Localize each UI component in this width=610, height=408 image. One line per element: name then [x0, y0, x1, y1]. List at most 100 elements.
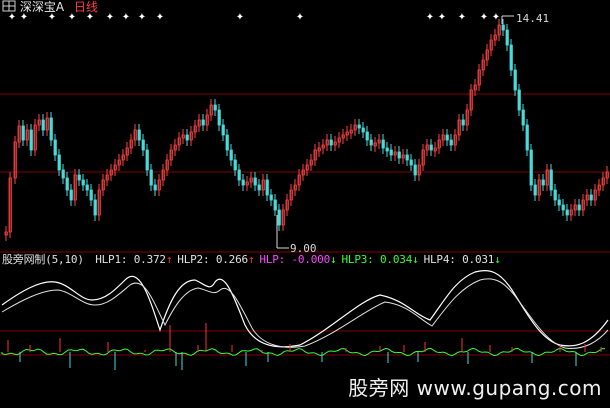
candle-body: [389, 149, 393, 156]
indicator-name: 股旁网制: [2, 253, 46, 266]
candle-body: [81, 179, 85, 186]
candle-body: [553, 189, 557, 201]
candle-body: [549, 169, 553, 191]
checkbox-grid-icon[interactable]: [2, 0, 16, 12]
candle-body: [149, 169, 153, 186]
signal-marker-icon: ✦: [296, 12, 304, 23]
candle-body: [225, 134, 229, 151]
signal-marker-icon: ✦: [438, 12, 446, 23]
candle-body: [21, 125, 25, 141]
candle-body: [273, 199, 277, 211]
candle-body: [57, 154, 61, 171]
candle-body: [277, 209, 281, 226]
candle-body: [541, 179, 545, 186]
candle-body: [361, 127, 365, 133]
candle-body: [61, 169, 65, 179]
candle-body: [529, 149, 533, 186]
signal-marker-icon: ✦: [236, 12, 244, 23]
candle-body: [381, 139, 385, 149]
indicator-value-3: HLP: -0.000↓: [259, 253, 337, 266]
indicator-value-5: HLP4: 0.031↓: [423, 253, 501, 266]
candle-body: [449, 139, 453, 146]
candle-body: [253, 177, 257, 186]
candle-body: [557, 199, 561, 206]
down-arrow-icon: ↓: [330, 253, 337, 266]
candle-body: [89, 189, 93, 201]
candle-body: [77, 174, 81, 181]
candle-body: [217, 109, 221, 126]
candle-body: [517, 89, 521, 111]
down-arrow-icon: ↓: [412, 253, 419, 266]
candle-body: [69, 189, 73, 201]
candle-body: [505, 29, 509, 46]
indicator-header: 股旁网制(5,10) HLP1: 0.372↑ HLP2: 0.266↑ HLP: …: [2, 253, 501, 267]
candle-body: [141, 139, 145, 151]
candle-body: [201, 119, 205, 126]
candle-body: [29, 129, 33, 151]
candle-body: [153, 184, 157, 191]
indicator-value-2: HLP2: 0.266↑: [177, 253, 255, 266]
signal-marker-icon: ✦: [426, 12, 434, 23]
candle-body: [533, 184, 537, 196]
candle-body: [329, 139, 333, 146]
candle-body: [233, 159, 237, 171]
indicator-value-4: HLP3: 0.034↓: [341, 253, 419, 266]
signal-marker-icon: ✦: [480, 12, 488, 23]
candle-body: [409, 159, 413, 166]
candle-body: [589, 194, 593, 201]
hlp2-line: [1, 278, 609, 349]
candle-body: [397, 151, 401, 159]
candle-body: [145, 149, 149, 171]
indicator-params: (5,10): [45, 253, 84, 266]
signal-marker-icon: ✦: [492, 12, 500, 23]
indicator-value-1: HLP1: 0.372↑: [95, 253, 173, 266]
candle-body: [577, 204, 581, 211]
indicator-values: HLP1: 0.372↑ HLP2: 0.266↑ HLP: -0.000↓ HLP3…: [90, 253, 501, 266]
chart-title-bar: 深深宝A 日线: [2, 0, 98, 14]
candle-body: [53, 139, 57, 156]
candle-body: [461, 119, 465, 126]
chart-canvas[interactable]: ✦ ✦ ✦ ✦ ✦ ✦ ✦ ✦ ✦ ✦ ✦ ✦ ✦ ✦ ✦ ✦: [0, 0, 610, 408]
candle-body: [237, 169, 241, 181]
hlp1-line: [1, 269, 609, 348]
candle-body: [213, 104, 217, 111]
signal-marker-icon: ✦: [122, 12, 130, 23]
watermark: 股旁网 www.gupang.com: [348, 376, 602, 400]
candle-body: [229, 149, 233, 161]
candle-body: [257, 184, 261, 191]
candle-body: [41, 119, 45, 131]
candle-body: [385, 147, 389, 152]
candle-body: [241, 179, 245, 186]
up-arrow-icon: ↑: [247, 253, 255, 266]
high-price-label: 14.41: [516, 12, 550, 25]
signal-marker-icon: ✦: [106, 12, 114, 23]
stock-name: 深深宝A: [19, 0, 65, 14]
candle-body: [85, 184, 89, 191]
candle-body: [565, 209, 569, 216]
up-arrow-icon: ↑: [165, 253, 173, 266]
candle-body: [561, 204, 565, 211]
signal-marker-icon: ✦: [156, 12, 164, 23]
candle-body: [513, 69, 517, 91]
signal-marker-icon: ✦: [138, 12, 146, 23]
down-arrow-icon: ↓: [494, 253, 501, 266]
candle-body: [509, 44, 513, 71]
stock-chart-window: ✦ ✦ ✦ ✦ ✦ ✦ ✦ ✦ ✦ ✦ ✦ ✦ ✦ ✦ ✦ ✦ 深深宝A 日线 14.41 9.00 股旁网制…: [0, 0, 610, 408]
candle-body: [369, 139, 373, 146]
candle-body: [365, 131, 369, 141]
candle-body: [221, 124, 225, 136]
candle-body: [501, 24, 505, 31]
period-label[interactable]: 日线: [74, 0, 98, 14]
candle-body: [429, 144, 433, 151]
candle-body: [65, 177, 69, 191]
candle-body: [137, 129, 141, 141]
candle-body: [93, 199, 97, 216]
candle-body: [265, 179, 269, 196]
candle-body: [405, 154, 409, 161]
candle-body: [357, 124, 361, 129]
candle-body: [185, 134, 189, 141]
candle-body: [521, 109, 525, 126]
signal-marker-icon: ✦: [458, 12, 466, 23]
candle-body: [445, 134, 449, 141]
candle-body: [269, 194, 273, 201]
